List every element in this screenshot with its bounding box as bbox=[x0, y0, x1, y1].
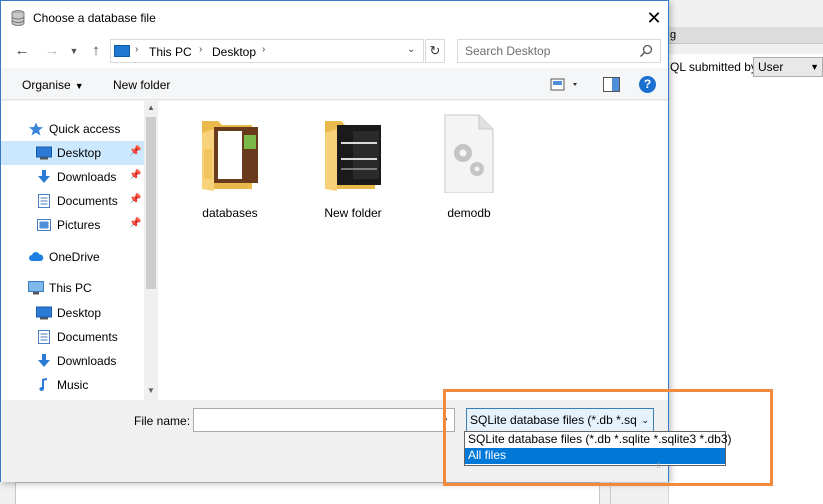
chevron-down-icon: ▼ bbox=[810, 62, 819, 72]
documents-icon bbox=[38, 194, 50, 208]
nav-item-label: Music bbox=[57, 378, 89, 392]
pin-icon: 📌 bbox=[129, 218, 142, 229]
file-item-demodb[interactable]: demodb bbox=[424, 113, 514, 223]
navigation-pane: Quick access Desktop 📌 Downloads 📌 Docum… bbox=[1, 101, 158, 400]
file-item-label: demodb bbox=[447, 206, 491, 220]
star-icon bbox=[29, 122, 43, 136]
scrollbar-thumb[interactable] bbox=[146, 117, 156, 289]
gear-file-icon bbox=[444, 114, 494, 193]
help-button[interactable]: ? bbox=[639, 76, 656, 93]
nav-item-label: Downloads bbox=[57, 170, 117, 184]
nav-item-label: Pictures bbox=[57, 218, 101, 232]
file-list: databases New folder demodb bbox=[158, 101, 668, 400]
title-bar: Choose a database file ✕ bbox=[1, 1, 668, 34]
nav-item-label: OneDrive bbox=[49, 250, 100, 264]
pin-icon: 📌 bbox=[129, 194, 142, 205]
download-icon bbox=[38, 170, 50, 183]
nav-item-music[interactable]: Music bbox=[1, 373, 144, 397]
refresh-button[interactable]: ↻ bbox=[425, 39, 445, 63]
nav-item-desktop-pinned[interactable]: Desktop 📌 bbox=[1, 141, 144, 165]
nav-item-label: Documents bbox=[57, 194, 118, 208]
annotation-highlight-box bbox=[443, 389, 773, 486]
address-dropdown-chevron-icon[interactable]: ⌄ bbox=[407, 44, 415, 55]
caret-down-icon: ▼ bbox=[74, 81, 84, 91]
nav-item-documents[interactable]: Documents bbox=[1, 325, 144, 349]
nav-item-documents-pinned[interactable]: Documents 📌 bbox=[1, 189, 144, 213]
folder-icon bbox=[325, 121, 381, 191]
search-icon bbox=[639, 44, 653, 58]
folder-icon bbox=[202, 121, 258, 191]
address-bar[interactable]: › This PC › Desktop › ⌄ bbox=[110, 39, 424, 63]
download-icon bbox=[38, 354, 50, 367]
organise-button[interactable]: Organise ▼ bbox=[22, 78, 84, 92]
search-box[interactable] bbox=[457, 39, 661, 63]
command-toolbar: Organise ▼ New folder ? bbox=[1, 68, 668, 100]
search-input[interactable] bbox=[465, 44, 635, 58]
breadcrumb-chevron-icon[interactable]: › bbox=[199, 44, 202, 55]
nav-item-pictures-pinned[interactable]: Pictures 📌 bbox=[1, 213, 144, 237]
preview-pane-icon[interactable] bbox=[603, 77, 620, 92]
nav-item-label: Quick access bbox=[49, 122, 121, 136]
pin-icon: 📌 bbox=[129, 146, 142, 157]
nav-item-onedrive[interactable]: OneDrive bbox=[1, 245, 144, 269]
background-header-strip: g bbox=[668, 27, 823, 44]
view-options-icon[interactable] bbox=[550, 77, 580, 93]
file-name-input[interactable] bbox=[193, 408, 455, 432]
computer-icon bbox=[114, 45, 130, 57]
address-row: ← → ▼ ↑ › This PC › Desktop › ⌄ ↻ bbox=[1, 34, 668, 68]
breadcrumb-chevron-icon[interactable]: › bbox=[135, 44, 138, 55]
recent-locations-chevron-icon[interactable]: ▼ bbox=[65, 42, 83, 60]
background-user-select-value: User bbox=[758, 60, 784, 74]
nav-item-label: Desktop bbox=[57, 306, 102, 320]
file-item-label: databases bbox=[202, 206, 258, 220]
file-item-new-folder[interactable]: New folder bbox=[308, 113, 398, 223]
pin-icon: 📌 bbox=[129, 170, 142, 181]
new-folder-button[interactable]: New folder bbox=[113, 78, 170, 92]
file-item-label: New folder bbox=[324, 206, 382, 220]
navigation-scrollbar[interactable]: ▲ ▼ bbox=[144, 101, 158, 400]
music-icon bbox=[39, 378, 47, 391]
up-button[interactable]: ↑ bbox=[87, 42, 105, 60]
back-button[interactable]: ← bbox=[13, 42, 31, 60]
breadcrumb-this-pc[interactable]: This PC bbox=[149, 45, 192, 59]
nav-item-label: This PC bbox=[49, 281, 92, 295]
nav-item-label: Documents bbox=[57, 330, 118, 344]
breadcrumb-desktop[interactable]: Desktop bbox=[212, 45, 256, 59]
nav-item-label: Desktop bbox=[57, 146, 102, 160]
nav-item-this-pc[interactable]: This PC bbox=[1, 276, 144, 300]
computer-icon bbox=[28, 281, 44, 295]
cloud-icon bbox=[29, 252, 44, 261]
nav-item-quick-access[interactable]: Quick access bbox=[1, 117, 144, 141]
database-icon bbox=[11, 10, 25, 26]
desktop-icon bbox=[36, 146, 52, 160]
organise-label: Organise bbox=[22, 78, 71, 92]
pictures-icon bbox=[37, 219, 51, 231]
background-user-select[interactable]: User ▼ bbox=[753, 57, 823, 77]
breadcrumb-chevron-icon[interactable]: › bbox=[262, 44, 265, 55]
close-button[interactable]: ✕ bbox=[641, 7, 667, 29]
scroll-down-icon[interactable]: ▼ bbox=[144, 386, 158, 395]
scroll-up-icon[interactable]: ▲ bbox=[144, 103, 158, 112]
file-name-label: File name: bbox=[134, 414, 191, 428]
file-item-databases[interactable]: databases bbox=[185, 113, 275, 223]
dialog-title: Choose a database file bbox=[33, 11, 156, 25]
nav-item-downloads[interactable]: Downloads bbox=[1, 349, 144, 373]
desktop-icon bbox=[36, 306, 52, 320]
nav-item-downloads-pinned[interactable]: Downloads 📌 bbox=[1, 165, 144, 189]
nav-item-desktop[interactable]: Desktop bbox=[1, 301, 144, 325]
documents-icon bbox=[38, 330, 50, 344]
nav-item-label: Downloads bbox=[57, 354, 117, 368]
forward-button[interactable]: → bbox=[43, 42, 61, 60]
background-submitted-by-label: QL submitted by bbox=[670, 60, 757, 74]
